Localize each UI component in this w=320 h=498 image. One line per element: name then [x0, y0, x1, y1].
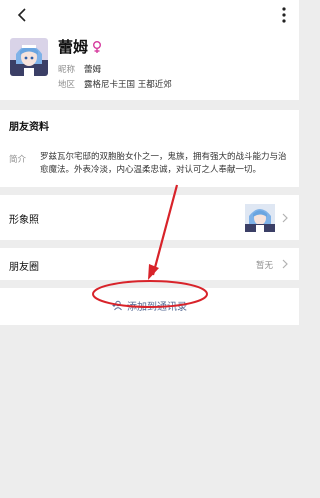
intro-text: 罗兹瓦尔宅邸的双胞胎女仆之一，鬼族，拥有强大的战斗能力与治愈魔法。外表冷淡，内心…	[40, 152, 287, 175]
top-bar	[0, 0, 299, 31]
name-row: 蕾姆	[58, 36, 102, 56]
add-contact-button[interactable]: 添加到通讯录	[0, 298, 299, 313]
more-vertical-icon	[282, 7, 286, 23]
intro-label: 简介	[9, 155, 27, 165]
moments-value: 暂无	[255, 261, 273, 271]
section-gap	[0, 100, 299, 110]
back-button[interactable]	[15, 6, 29, 24]
avatar[interactable]	[10, 38, 48, 76]
add-contact-row: 添加到通讯录	[0, 288, 299, 325]
section-gap	[0, 187, 299, 195]
profile-photos-label: 形象照	[9, 215, 39, 226]
profile-photo-thumbnail	[245, 204, 275, 232]
female-icon	[92, 39, 102, 53]
friend-info-title: 朋友资料	[9, 122, 49, 133]
profile-name: 蕾姆	[58, 37, 89, 56]
section-gap	[0, 240, 299, 248]
region-label: 地区	[58, 80, 76, 90]
moments-row[interactable]: 朋友圈 暂无	[0, 248, 299, 280]
friend-info-section: 朋友资料 简介 罗兹瓦尔宅邸的双胞胎女仆之一，鬼族，拥有强大的战斗能力与治愈魔法…	[0, 110, 299, 187]
region-value: 露格尼卡王国 王都近郊	[84, 80, 172, 90]
add-user-icon	[112, 300, 122, 311]
nickname-label: 昵称	[58, 65, 76, 75]
add-contact-label: 添加到通讯录	[127, 302, 187, 313]
nickname-value: 蕾姆	[84, 65, 102, 75]
back-arrow-icon	[17, 8, 26, 22]
region-row: 地区 露格尼卡王国 王都近郊	[58, 78, 172, 90]
moments-label: 朋友圈	[9, 262, 39, 273]
profile-header: 蕾姆 昵称 蕾姆 地区 露格尼卡王国 王都近郊	[0, 31, 299, 100]
chevron-right-icon	[282, 213, 288, 223]
chevron-right-icon	[282, 259, 288, 269]
nickname-row: 昵称 蕾姆	[58, 63, 101, 75]
profile-photos-row[interactable]: 形象照	[0, 195, 299, 240]
section-gap	[0, 280, 299, 288]
more-button[interactable]	[277, 5, 291, 25]
